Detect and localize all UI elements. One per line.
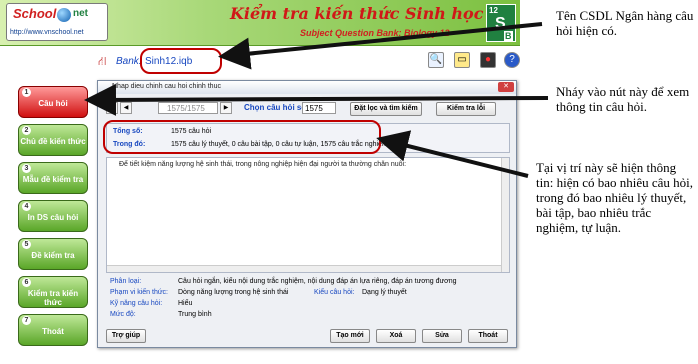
- new-button[interactable]: Tạo mới: [330, 329, 370, 343]
- annotation-summary: Tại vị trí này sẽ hiện thông tin: hiện c…: [536, 160, 694, 235]
- record-navigator: |◀ ◀ 1575/1575 ▶ ▶| Chọn câu hỏi số: 157…: [106, 100, 510, 118]
- scope-value: Dòng năng lượng trong hệ sinh thái: [178, 289, 289, 296]
- sidebar-item-tests[interactable]: 5 Đề kiểm tra: [18, 238, 88, 270]
- sidebar-item-exit[interactable]: 7 Thoát: [18, 314, 88, 346]
- question-text: Để tiết kiệm năng lượng hệ sinh thái, tr…: [119, 161, 407, 168]
- app-subtitle: Subject Question Bank: Biology 12: [300, 28, 450, 38]
- globe-icon: [57, 8, 71, 22]
- sidebar-item-questions[interactable]: 1 Câu hỏi: [18, 86, 88, 118]
- choose-question-select[interactable]: 1575: [302, 102, 336, 114]
- app-header: School net http://www.vnschool.net Kiểm …: [0, 0, 520, 46]
- level-label: Mức độ:: [110, 311, 136, 318]
- item-number: 2: [22, 126, 31, 135]
- edit-button[interactable]: Sửa: [422, 329, 462, 343]
- question-metadata: Phân loại: Câu hỏi ngắn, kiểu nội dung t…: [106, 276, 510, 324]
- dialog-button-bar: Trợ giúp Tạo mới Xoá Sửa Thoát: [106, 329, 510, 345]
- app-title: Kiểm tra kiến thức Sinh học 12: [230, 4, 512, 23]
- sidebar-item-check-knowledge[interactable]: 6 Kiểm tra kiến thức: [18, 276, 88, 308]
- prev-record-button[interactable]: ◀: [120, 102, 132, 114]
- badge-number: 12: [489, 6, 498, 15]
- dialog-titlebar: Nhap dieu chinh cau hoi chinh thuc ✕: [98, 81, 516, 94]
- logo-suffix: net: [73, 8, 88, 19]
- record-indicator: 1575/1575: [158, 102, 218, 114]
- scope-label: Phạm vi kiến thức:: [110, 289, 168, 296]
- next-record-button[interactable]: ▶: [220, 102, 232, 114]
- logo-text: School: [13, 6, 57, 21]
- exit-button[interactable]: Thoát: [468, 329, 508, 343]
- item-label: Kiểm tra kiến thức: [27, 289, 79, 307]
- item-label: Thoát: [42, 327, 64, 336]
- first-record-button[interactable]: |◀: [106, 102, 118, 114]
- item-number: 6: [22, 278, 31, 287]
- help-icon[interactable]: ?: [504, 52, 520, 68]
- item-label: Đề kiểm tra: [31, 251, 75, 260]
- vertical-scrollbar[interactable]: [501, 158, 509, 272]
- biology-badge: 12 S B: [486, 4, 516, 42]
- folder-icon[interactable]: ▭: [454, 52, 470, 68]
- qtype-label: Kiểu câu hỏi:: [314, 289, 355, 296]
- skill-label: Kỹ năng câu hỏi:: [110, 300, 163, 307]
- vnschool-logo: School net http://www.vnschool.net: [6, 3, 108, 41]
- type-label: Phân loại:: [110, 278, 142, 285]
- item-label: Chủ đề kiến thức: [20, 137, 86, 146]
- item-label: In DS câu hỏi: [27, 213, 79, 222]
- filter-search-button[interactable]: Đặt lọc và tìm kiếm: [350, 102, 422, 116]
- search-icon[interactable]: 🔍: [428, 52, 444, 68]
- hierarchy-icon: ⛙: [98, 54, 107, 68]
- item-number: 7: [22, 316, 31, 325]
- close-icon[interactable]: ✕: [498, 82, 514, 92]
- sidebar-item-topics[interactable]: 2 Chủ đề kiến thức: [18, 124, 88, 156]
- item-number: 1: [22, 88, 31, 97]
- check-errors-button[interactable]: Kiểm tra lỗi: [436, 102, 496, 116]
- item-label: Mẫu đề kiểm tra: [22, 175, 84, 184]
- horizontal-scrollbar[interactable]: [107, 265, 501, 272]
- item-number: 3: [22, 164, 31, 173]
- badge-sub: B: [504, 31, 513, 41]
- delete-button[interactable]: Xoá: [376, 329, 416, 343]
- qtype-value: Dạng lý thuyết: [362, 289, 407, 296]
- type-value: Câu hỏi ngắn, kiểu nội dung trắc nghiệm,…: [178, 278, 457, 285]
- traffic-light-icon[interactable]: ●: [480, 52, 496, 68]
- item-number: 4: [22, 202, 31, 211]
- annotation-button: Nháy vào nút này để xem thông tin câu hỏ…: [556, 84, 690, 114]
- help-button[interactable]: Trợ giúp: [106, 329, 146, 343]
- logo-url: http://www.vnschool.net: [10, 29, 84, 36]
- skill-value: Hiểu: [178, 300, 193, 307]
- level-value: Trung bình: [178, 311, 212, 318]
- item-number: 5: [22, 240, 31, 249]
- annotation-bank: Tên CSDL Ngân hàng câu hỏi hiện có.: [556, 8, 694, 38]
- summary-highlight: [103, 120, 381, 154]
- dialog-title: Nhap dieu chinh cau hoi chinh thuc: [112, 83, 221, 90]
- bank-label: Bank:: [116, 56, 142, 67]
- sidebar-item-test-template[interactable]: 3 Mẫu đề kiểm tra: [18, 162, 88, 194]
- choose-question-label: Chọn câu hỏi số:: [244, 103, 309, 112]
- sidebar-item-print-list[interactable]: 4 In DS câu hỏi: [18, 200, 88, 232]
- item-label: Câu hỏi: [38, 99, 68, 108]
- question-text-area[interactable]: Để tiết kiệm năng lượng hệ sinh thái, tr…: [106, 157, 510, 273]
- bank-name-highlight: [140, 48, 222, 74]
